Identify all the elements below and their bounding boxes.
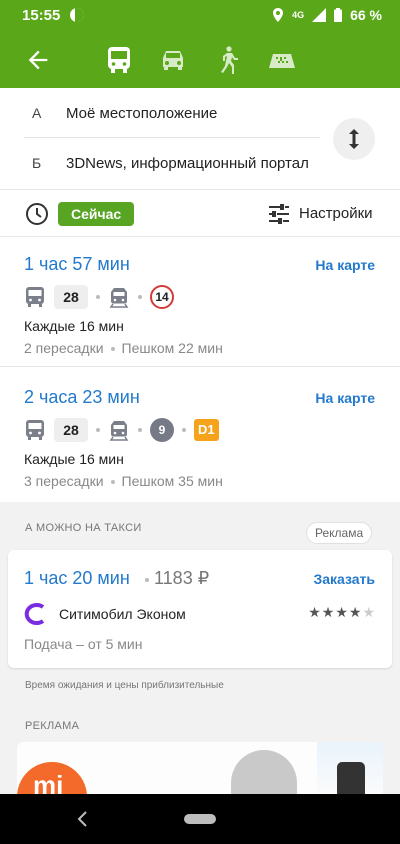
destination-letter: Б — [32, 155, 42, 171]
taxi-heading: А МОЖНО НА ТАКСИ — [25, 522, 142, 534]
bus-number: 28 — [54, 418, 88, 442]
taxi-service-name: Ситимобил Эконом — [59, 606, 186, 622]
taxi-price: 1183 ₽ — [154, 568, 210, 588]
nav-back-icon[interactable] — [76, 810, 90, 828]
origin-place: Моё местоположение — [66, 104, 218, 122]
swap-icon — [349, 129, 359, 149]
route-frequency: Каждые 16 мин — [24, 451, 124, 467]
chain-separator — [138, 428, 142, 432]
bus-mode-icon[interactable] — [103, 44, 135, 76]
chain-separator — [96, 428, 100, 432]
rating-stars: ★★★★★ — [308, 604, 376, 621]
settings-sliders-icon[interactable] — [268, 203, 290, 225]
system-nav-bar — [0, 794, 400, 844]
train-icon — [109, 288, 129, 308]
chain-separator — [96, 295, 100, 299]
signal-icon — [312, 8, 327, 22]
origin-field[interactable]: А Моё местоположение — [0, 88, 320, 138]
details-separator — [110, 480, 115, 485]
ad-banner[interactable]: mi — [17, 742, 383, 802]
metro-line-badge: 9 — [150, 418, 174, 442]
route-chain: 28 14 — [24, 284, 174, 310]
price-disclaimer: Время ожидания и цены приблизительные — [25, 680, 224, 691]
origin-letter: А — [32, 105, 42, 121]
details-separator — [110, 347, 115, 352]
d-line-badge: D1 — [194, 419, 219, 441]
clock-icon[interactable] — [25, 202, 49, 226]
departure-time-pill[interactable]: Сейчас — [58, 202, 135, 226]
route-walk: Пешком 35 мин — [121, 473, 223, 489]
route-option-1[interactable]: 1 час 57 мин На карте 28 14 Каждые 16 ми… — [0, 254, 400, 366]
order-taxi-button[interactable]: Заказать — [313, 571, 375, 587]
nav-home-pill[interactable] — [184, 814, 216, 824]
battery-icon — [334, 8, 343, 22]
route-frequency: Каждые 16 мин — [24, 318, 124, 334]
route-chain: 28 9 D1 — [24, 417, 219, 443]
swap-route-button[interactable] — [333, 118, 375, 160]
chain-separator — [182, 428, 186, 432]
tram-line-badge: 14 — [150, 285, 174, 309]
status-bar: 15:55 4G 66 % — [0, 0, 400, 32]
destination-place: 3DNews, информационный портал — [66, 154, 309, 172]
taxi-mode-icon[interactable] — [266, 44, 298, 76]
ad-heading: РЕКЛАМА — [25, 720, 80, 732]
back-arrow-icon[interactable] — [24, 46, 52, 74]
taxi-pickup-time: Подача – от 5 мин — [24, 636, 143, 652]
taxi-offer-card[interactable]: 1 час 20 мин 1183 ₽ Заказать Ситимобил Э… — [8, 550, 392, 668]
show-on-map-link[interactable]: На карте — [315, 257, 375, 273]
price-separator — [145, 578, 149, 582]
do-not-disturb-icon — [70, 8, 84, 22]
app-toolbar — [0, 32, 400, 88]
car-mode-icon[interactable] — [157, 44, 189, 76]
route-details: 2 пересадки Пешком 22 мин — [24, 340, 223, 356]
network-type: 4G — [292, 10, 305, 20]
options-row: Сейчас Настройки — [0, 189, 400, 237]
star-icon: ★ — [335, 604, 349, 620]
taxi-duration: 1 час 20 мин — [24, 568, 130, 588]
route-duration: 2 часа 23 мин — [24, 387, 140, 407]
bus-icon — [26, 420, 44, 440]
destination-field[interactable]: Б 3DNews, информационный портал — [0, 138, 320, 188]
star-icon: ★ — [321, 604, 336, 620]
star-empty-icon: ★ — [362, 604, 376, 620]
walking-mode-icon[interactable] — [212, 44, 244, 76]
ad-label-badge: Реклама — [306, 522, 373, 544]
bus-icon — [26, 287, 44, 307]
route-details: 3 пересадки Пешком 35 мин — [24, 473, 223, 489]
show-on-map-link[interactable]: На карте — [315, 390, 375, 406]
route-transfers: 3 пересадки — [24, 473, 104, 489]
settings-label[interactable]: Настройки — [299, 205, 373, 222]
chain-separator — [138, 295, 142, 299]
bus-number: 28 — [54, 285, 88, 309]
route-walk: Пешком 22 мин — [121, 340, 223, 356]
route-divider — [0, 366, 400, 367]
star-icon: ★ — [308, 604, 322, 620]
route-duration: 1 час 57 мин — [24, 254, 130, 274]
status-time: 15:55 — [22, 7, 61, 24]
taxi-ad-section: А МОЖНО НА ТАКСИ Реклама 1 час 20 мин 11… — [0, 502, 400, 802]
route-option-2[interactable]: 2 часа 23 мин На карте 28 9 D1 Каждые 16… — [0, 387, 400, 499]
battery-level: 66 % — [350, 7, 382, 23]
star-icon: ★ — [348, 604, 363, 620]
citymobil-logo-icon — [24, 603, 45, 625]
status-right: 4G 66 % — [272, 7, 382, 23]
location-icon — [273, 8, 284, 22]
route-transfers: 2 пересадки — [24, 340, 104, 356]
train-icon — [109, 421, 129, 441]
